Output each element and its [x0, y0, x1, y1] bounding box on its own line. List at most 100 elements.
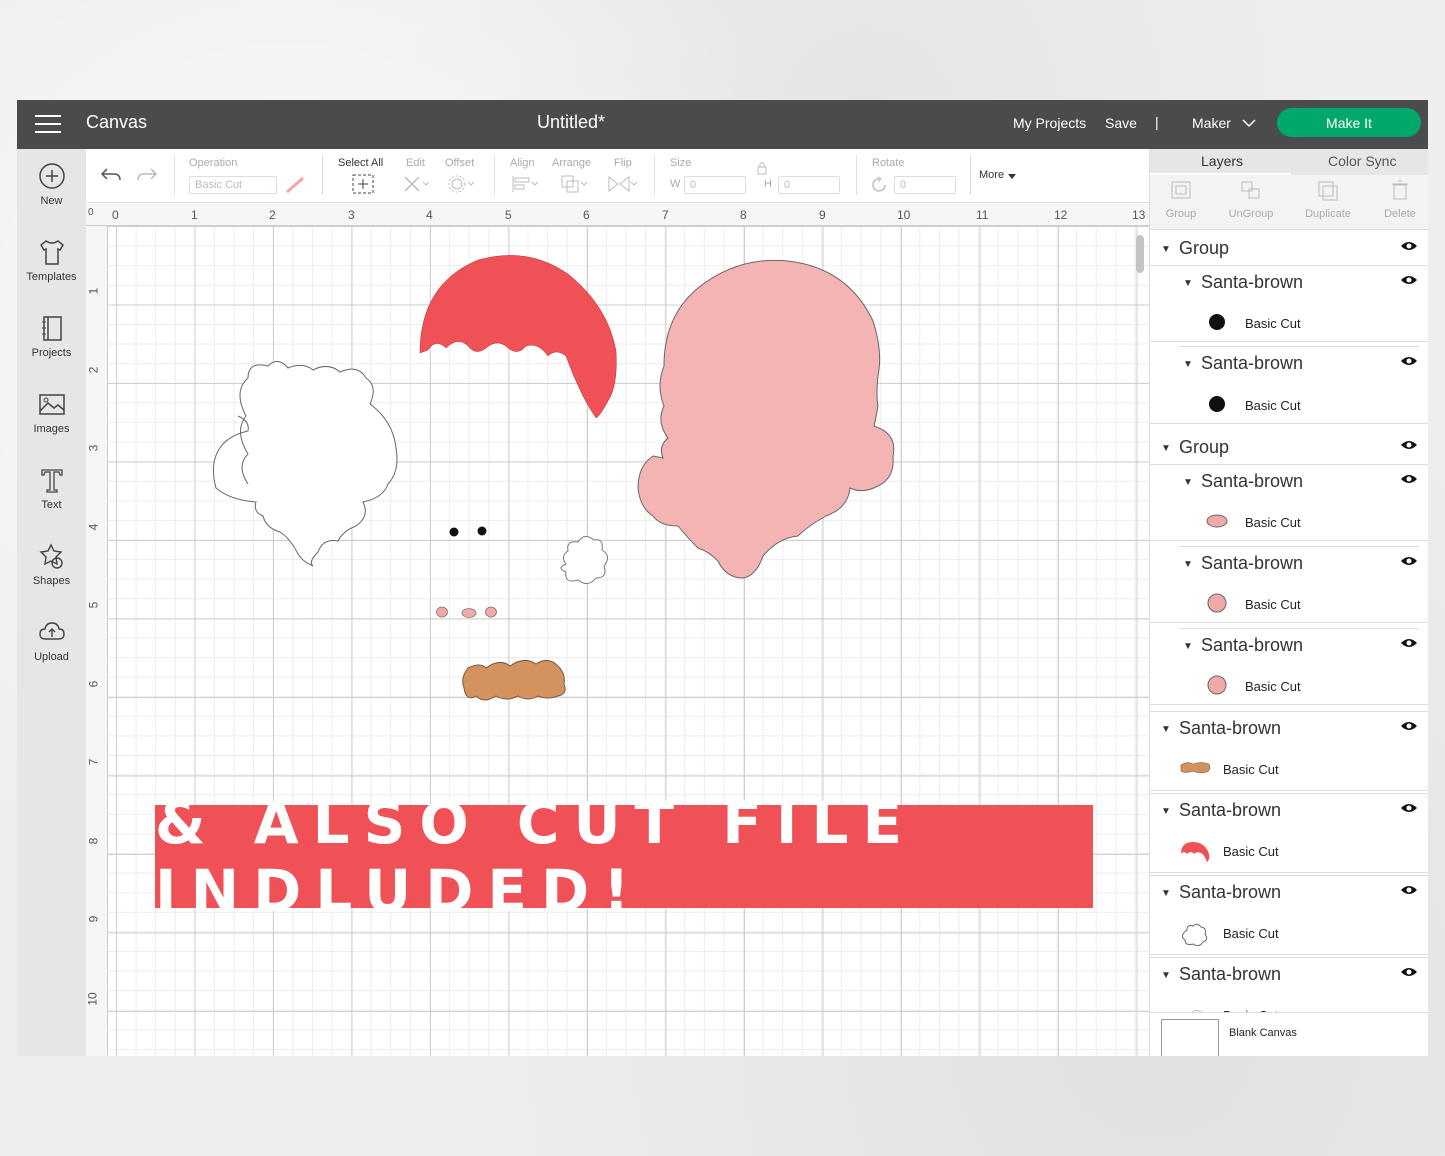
nav-upload[interactable]: Upload	[17, 617, 86, 663]
eye-icon[interactable]	[1400, 720, 1418, 732]
nav-images[interactable]: Images	[17, 389, 86, 435]
caret-down-icon[interactable]: ▼	[1161, 244, 1171, 255]
layer-row[interactable]: ▼ Santa-brown	[1150, 628, 1428, 667]
layer-actions-bar: Group UnGroup Duplicate Delete	[1150, 175, 1428, 230]
flip-icon[interactable]	[607, 173, 639, 195]
caret-down-icon[interactable]: ▼	[1161, 806, 1171, 817]
ruler-tick: 5	[86, 601, 101, 609]
layer-row[interactable]: ▼ Santa-brown	[1150, 711, 1428, 750]
linetype-color-icon[interactable]	[285, 176, 305, 194]
height-input[interactable]: 0	[778, 176, 840, 194]
group-button[interactable]: Group	[1150, 179, 1216, 220]
ruler-tick: 10	[85, 992, 100, 1006]
layer-cut-row[interactable]: Basic Cut	[1150, 667, 1428, 707]
redo-icon[interactable]	[136, 166, 158, 184]
width-input[interactable]: 0	[684, 176, 746, 194]
layer-group-row[interactable]: ▼ Group	[1150, 232, 1428, 266]
edit-icon[interactable]	[401, 173, 431, 195]
design-canvas[interactable]	[108, 226, 1149, 1056]
top-bar: Canvas Untitled* My Projects Save | Make…	[17, 100, 1428, 149]
layer-group-row[interactable]: ▼ Group	[1150, 431, 1428, 465]
caret-down-icon[interactable]	[1008, 174, 1016, 179]
delete-button[interactable]: Delete	[1365, 179, 1428, 220]
my-projects-link[interactable]: My Projects	[1013, 115, 1086, 131]
eye-icon[interactable]	[1400, 637, 1418, 649]
row-divider	[1179, 464, 1419, 465]
layer-thumbnail-icon	[1209, 396, 1225, 412]
canvas-scrollbar[interactable]	[1136, 235, 1144, 273]
layer-cut-row[interactable]: Basic Cut	[1150, 832, 1428, 873]
eye-icon[interactable]	[1400, 355, 1418, 367]
caret-down-icon[interactable]: ▼	[1183, 559, 1193, 570]
tab-layers[interactable]: Layers	[1201, 153, 1243, 169]
undo-icon[interactable]	[100, 166, 122, 184]
blank-canvas-row[interactable]: Blank Canvas	[1150, 1012, 1428, 1056]
eye-icon[interactable]	[1400, 884, 1418, 896]
operation-select[interactable]: Basic Cut	[189, 176, 277, 194]
caret-down-icon[interactable]: ▼	[1183, 477, 1193, 488]
nav-new[interactable]: New	[17, 161, 86, 207]
layer-cut-row[interactable]: Basic Cut	[1150, 386, 1428, 426]
layer-cut-row[interactable]: Basic Cut	[1150, 750, 1428, 791]
ruler-tick: 9	[86, 915, 101, 923]
eye-right	[477, 526, 487, 536]
eye-icon[interactable]	[1400, 439, 1418, 451]
row-divider	[1179, 346, 1419, 347]
more-button[interactable]: More	[979, 169, 1004, 181]
nav-templates[interactable]: Templates	[17, 237, 86, 283]
rotate-input[interactable]: 0	[894, 176, 956, 194]
nav-text[interactable]: Text	[17, 465, 86, 511]
book-icon	[41, 316, 62, 341]
group-icon	[1171, 181, 1191, 199]
layer-row[interactable]: ▼ Santa-brown	[1150, 346, 1428, 385]
tab-color-sync[interactable]: Color Sync	[1328, 153, 1396, 169]
layer-row[interactable]: ▼ Santa-brown	[1150, 265, 1428, 304]
toolbar-divider	[970, 155, 971, 195]
save-link[interactable]: Save	[1105, 115, 1137, 131]
nav-shapes[interactable]: Shapes	[17, 541, 86, 587]
eye-icon[interactable]	[1400, 274, 1418, 286]
caret-down-icon[interactable]: ▼	[1161, 443, 1171, 454]
select-all-icon[interactable]	[351, 173, 375, 195]
row-divider	[1150, 790, 1428, 791]
arrange-icon[interactable]	[559, 173, 589, 195]
layer-row[interactable]: ▼ Santa-brown	[1150, 793, 1428, 832]
make-it-button[interactable]: Make It	[1277, 108, 1421, 137]
layer-row[interactable]: ▼ Santa-brown	[1150, 875, 1428, 914]
nav-projects[interactable]: Projects	[17, 313, 86, 359]
menu-icon[interactable]	[35, 115, 61, 133]
eye-icon[interactable]	[1400, 555, 1418, 567]
layer-row[interactable]: ▼ Santa-brown	[1150, 957, 1428, 996]
lock-icon[interactable]	[756, 161, 768, 175]
layer-row[interactable]: ▼ Santa-brown	[1150, 464, 1428, 503]
ungroup-button[interactable]: UnGroup	[1216, 179, 1286, 220]
layer-cut-row[interactable]: Basic Cut	[1150, 585, 1428, 625]
eye-icon[interactable]	[1400, 473, 1418, 485]
chevron-down-icon[interactable]	[1242, 119, 1256, 128]
layer-thumbnail-icon	[1206, 514, 1228, 528]
ruler-tick: 6	[86, 680, 101, 688]
document-title[interactable]: Untitled*	[537, 112, 605, 133]
layer-cut-row[interactable]: Basic Cut	[1150, 914, 1428, 955]
layer-name: Santa-brown	[1201, 553, 1304, 573]
layer-cut-row[interactable]: Basic Cut	[1150, 304, 1428, 344]
layer-row[interactable]: ▼ Santa-brown	[1150, 546, 1428, 585]
eye-icon[interactable]	[1400, 966, 1418, 978]
duplicate-button[interactable]: Duplicate	[1293, 179, 1363, 220]
caret-down-icon[interactable]: ▼	[1183, 278, 1193, 289]
eye-icon[interactable]	[1400, 802, 1418, 814]
layer-cut-row[interactable]: Basic Cut	[1150, 503, 1428, 543]
caret-down-icon[interactable]: ▼	[1183, 641, 1193, 652]
caret-down-icon[interactable]: ▼	[1161, 970, 1171, 981]
eye-icon[interactable]	[1400, 240, 1418, 252]
align-icon[interactable]	[510, 173, 540, 195]
caret-down-icon[interactable]: ▼	[1161, 724, 1171, 735]
row-divider	[1179, 628, 1419, 629]
caret-down-icon[interactable]: ▼	[1161, 888, 1171, 899]
caret-down-icon[interactable]: ▼	[1183, 359, 1193, 370]
row-divider	[1150, 793, 1428, 794]
offset-icon[interactable]	[446, 173, 476, 195]
layer-operation-label: Basic Cut	[1223, 762, 1279, 777]
rotate-icon[interactable]	[871, 176, 889, 194]
machine-select[interactable]: Maker	[1192, 115, 1231, 131]
